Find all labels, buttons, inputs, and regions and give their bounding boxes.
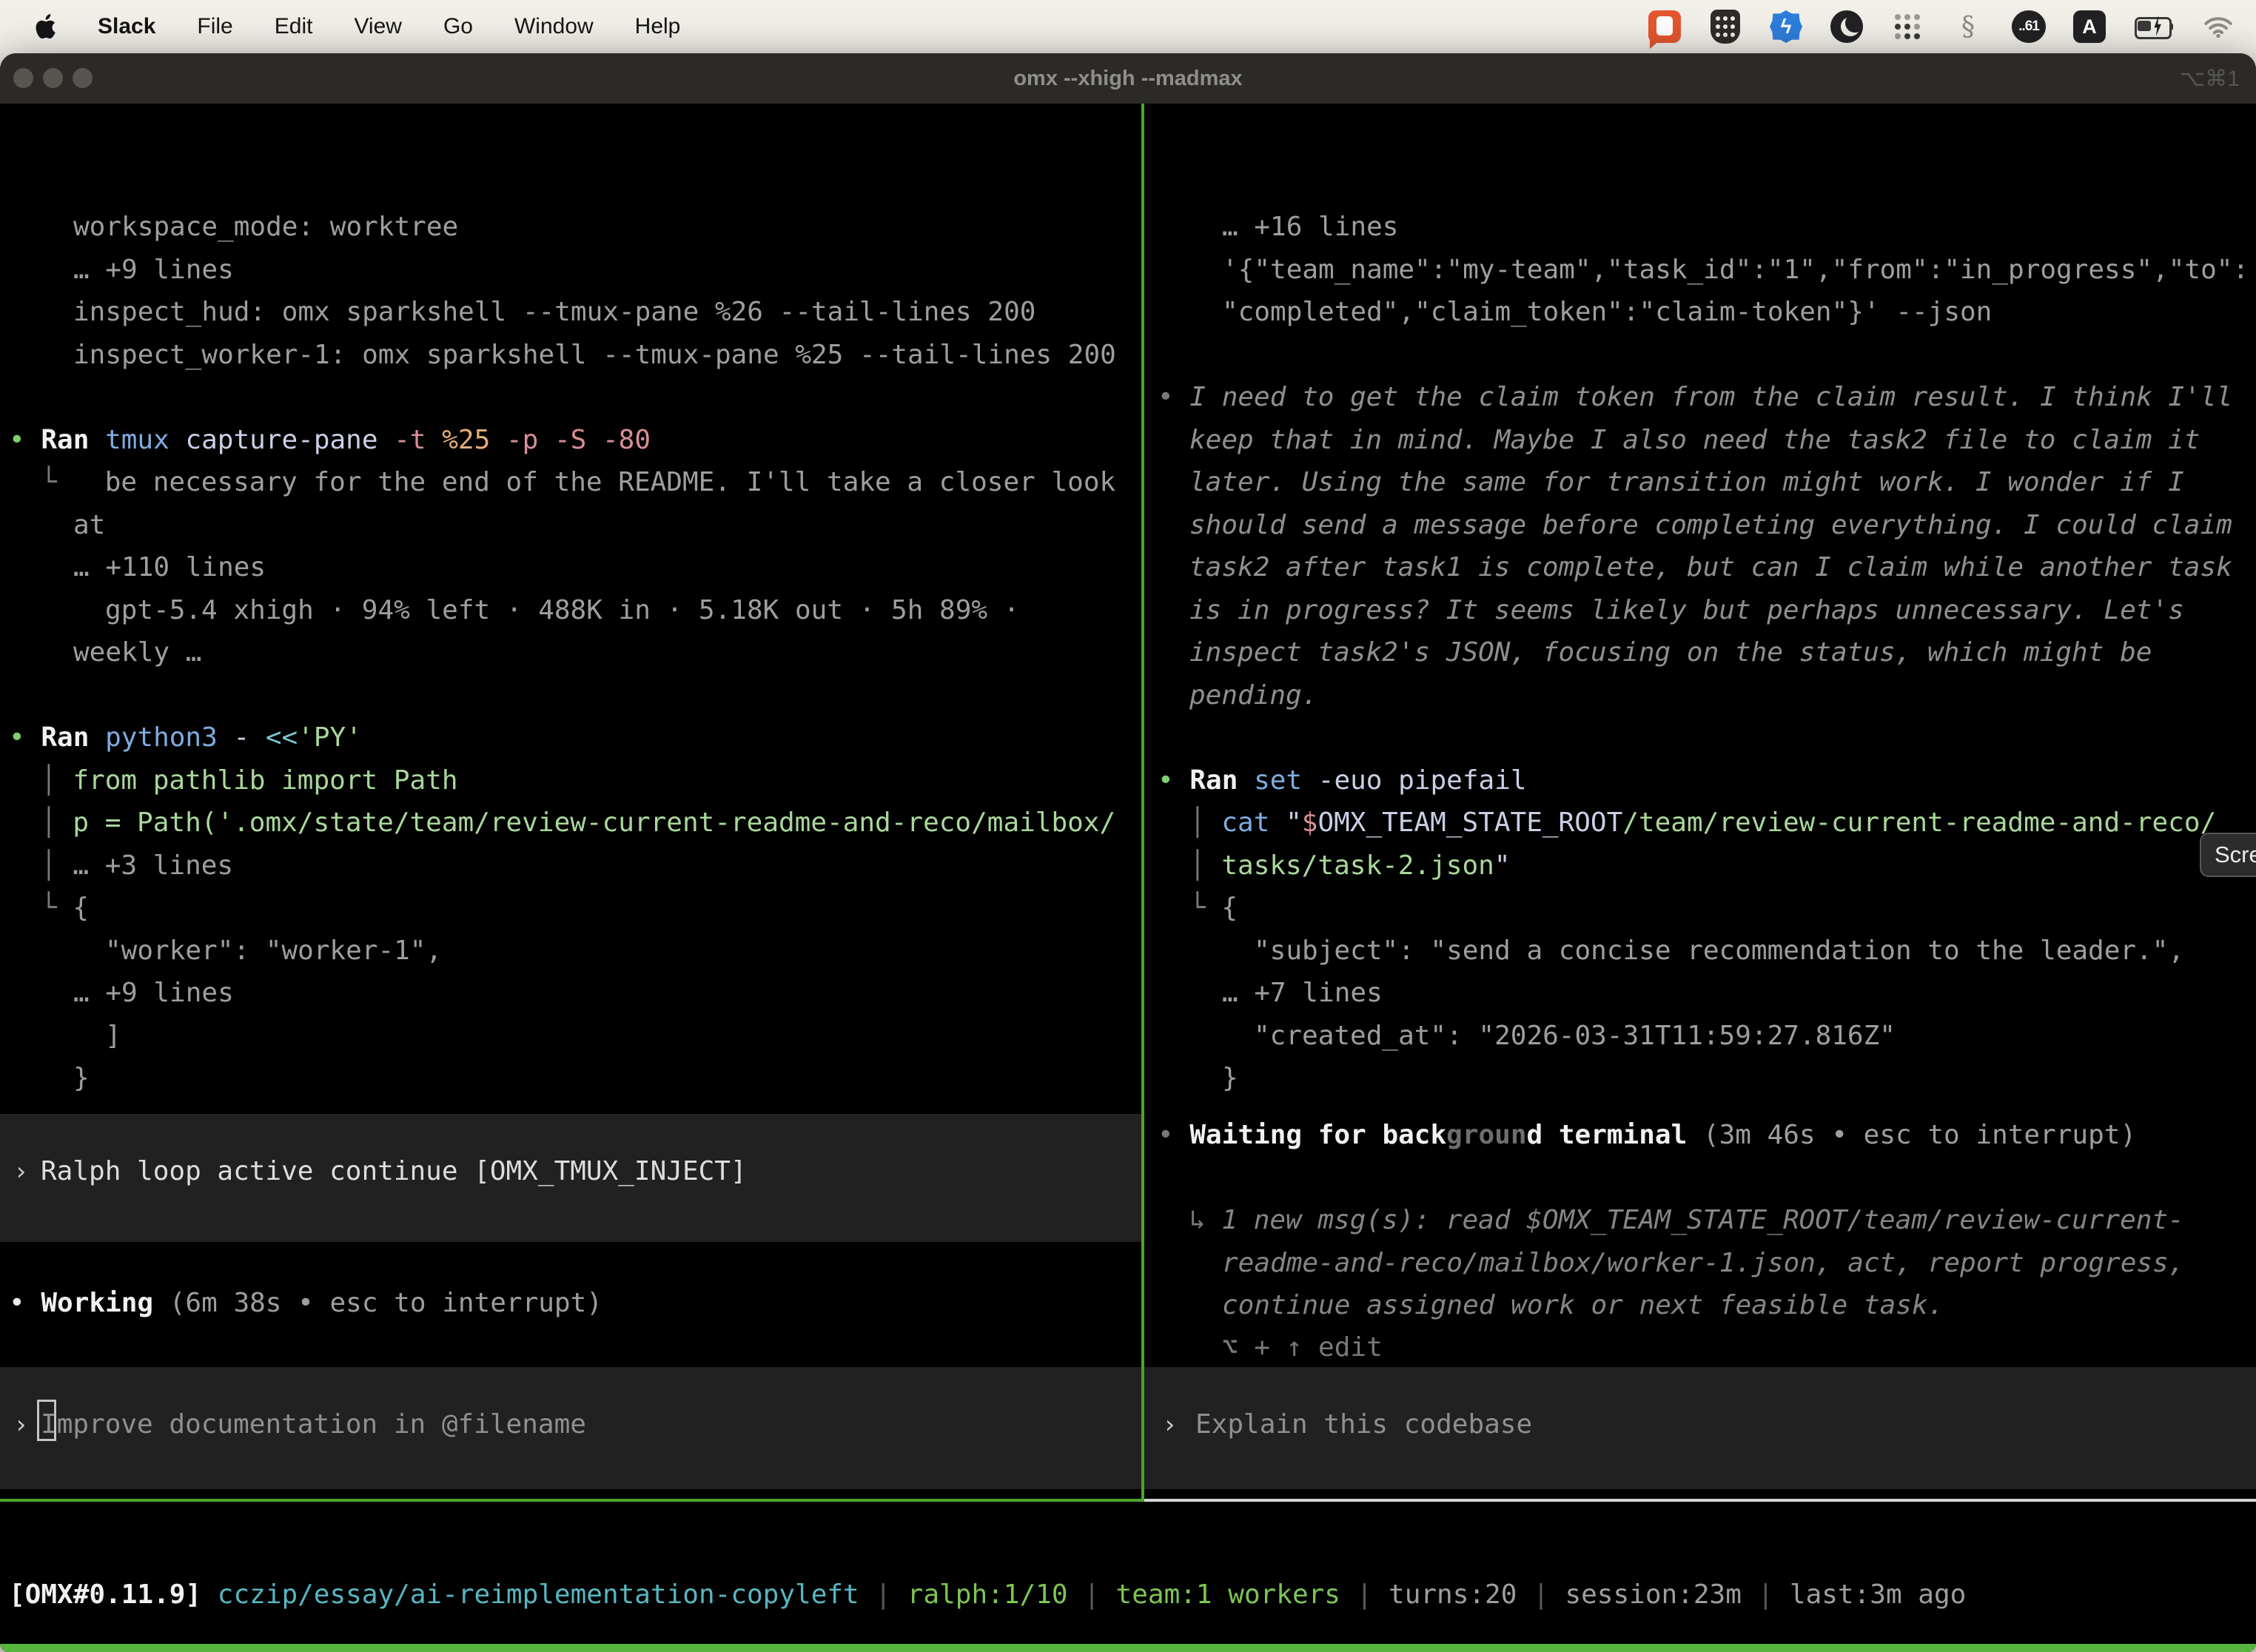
terminal-line: } bbox=[1222, 1060, 1238, 1097]
menu-file[interactable]: File bbox=[197, 14, 232, 39]
tmux-pane-hud[interactable]: … +16 lines '{"team_name":"my-team","task… bbox=[1144, 104, 2256, 1499]
terminal-line: should send a message before completing … bbox=[1189, 507, 2232, 544]
active-app-menu[interactable]: Slack bbox=[98, 14, 155, 39]
terminal-line: └ { bbox=[41, 890, 89, 927]
terminal-window: omx --xhigh --madmax ⌥⌘1 workspace_mode:… bbox=[0, 53, 2256, 1652]
terminal-line: │ tasks/task-2.json" bbox=[1189, 847, 1511, 884]
desktop: Slack File Edit View Go Window Help ϟ § … bbox=[0, 0, 2256, 1652]
composer-prompt-chevron: › bbox=[13, 1406, 28, 1443]
terminal-line: ] bbox=[105, 1018, 121, 1055]
composer-placeholder: Explain this codebase bbox=[1195, 1406, 1532, 1443]
queued-prompt-chevron: › bbox=[13, 1153, 28, 1190]
moon-icon[interactable] bbox=[1830, 10, 1864, 44]
terminal-line: … +9 lines bbox=[73, 975, 234, 1012]
terminal-line: … +7 lines bbox=[1222, 975, 1383, 1012]
agent-status-right: gpt-5.4 xhigh · 94% left · 488K in · 5.1… bbox=[1189, 1494, 2248, 1499]
queued-message-text: Ralph loop active continue [OMX_TMUX_INJ… bbox=[41, 1153, 747, 1190]
terminal-line: • Waiting for background terminal (3m 46… bbox=[1158, 1117, 2136, 1154]
terminal-line: • Ran set -euo pipefail bbox=[1158, 762, 1527, 799]
tmux-pane-border-active bbox=[0, 1499, 1141, 1502]
terminal-line: readme-and-reco/mailbox/worker-1.json, a… bbox=[1222, 1245, 2184, 1282]
terminal-line: weekly … bbox=[73, 634, 201, 671]
terminal-line: │ from pathlib import Path bbox=[41, 762, 458, 799]
section-squiggle-icon[interactable]: § bbox=[1951, 10, 1985, 44]
terminal-line: is in progress? It seems likely but perh… bbox=[1189, 592, 2184, 629]
composer-input-left[interactable]: › Improve documentation in @filename bbox=[0, 1367, 1141, 1489]
window-shortcut-badge: ⌥⌘1 bbox=[2180, 53, 2240, 104]
terminal-line: later. Using the same for transition mig… bbox=[1189, 464, 2184, 501]
terminal-line: • I need to get the claim token from the… bbox=[1158, 379, 2232, 416]
terminal-line: • Ran tmux capture-pane -t %25 -p -S -80 bbox=[9, 422, 651, 459]
a-key-icon[interactable]: A bbox=[2072, 10, 2106, 44]
terminal-content: workspace_mode: worktree … +9 lines inspec… bbox=[0, 104, 2256, 1652]
queued-message-band: › Ralph loop active continue [OMX_TMUX_I… bbox=[0, 1114, 1141, 1242]
window-title-bar[interactable]: omx --xhigh --madmax ⌥⌘1 bbox=[0, 53, 2256, 104]
composer-prompt-chevron: › bbox=[1162, 1406, 1177, 1443]
window-title: omx --xhigh --madmax bbox=[0, 53, 2256, 104]
terminal-line: • Ran python3 - <<'PY' bbox=[9, 719, 362, 756]
terminal-line: task2 after task1 is complete, but can I… bbox=[1189, 549, 2232, 586]
terminal-line: ↳ 1 new msg(s): read $OMX_TEAM_STATE_ROO… bbox=[1189, 1202, 2184, 1239]
terminal-line: workspace_mode: worktree bbox=[73, 209, 458, 246]
tmux-pane-divider[interactable] bbox=[1141, 104, 1144, 1502]
menu-window[interactable]: Window bbox=[514, 14, 594, 39]
terminal-line: "worker": "worker-1", bbox=[105, 933, 442, 970]
menu-edit[interactable]: Edit bbox=[275, 14, 313, 39]
terminal-line: inspect_worker-1: omx sparkshell --tmux-… bbox=[73, 337, 1116, 374]
terminal-line: … +110 lines bbox=[73, 549, 266, 586]
composer-placeholder: Improve documentation in @filename bbox=[41, 1406, 586, 1443]
terminal-line: ⌥ + ↑ edit bbox=[1222, 1329, 1383, 1366]
terminal-line: │ cat "$OMX_TEAM_STATE_ROOT/team/review-… bbox=[1189, 805, 2216, 842]
agent-status-left: gpt-5.4 xhigh · essay/ai-reimplementatio… bbox=[41, 1494, 1115, 1499]
dots-grid-icon[interactable] bbox=[1890, 10, 1924, 44]
menu-help[interactable]: Help bbox=[635, 14, 681, 39]
terminal-line: "subject": "send a concise recommendatio… bbox=[1254, 933, 2184, 970]
terminal-line: continue assigned work or next feasible … bbox=[1222, 1287, 1944, 1324]
terminal-line: "completed","claim_token":"claim-token"}… bbox=[1222, 294, 1992, 331]
screenshot-app-icon[interactable] bbox=[1648, 10, 1682, 44]
menu-go[interactable]: Go bbox=[443, 14, 473, 39]
apple-menu-icon[interactable] bbox=[34, 13, 56, 40]
terminal-line: └ be necessary for the end of the README… bbox=[41, 464, 1115, 501]
battery-percent-badge[interactable]: ..61 bbox=[2012, 10, 2046, 44]
terminal-line: … +9 lines bbox=[73, 252, 234, 289]
screen-tooltip: Scre bbox=[2200, 833, 2256, 877]
terminal-line: '{"team_name":"my-team","task_id":"1","f… bbox=[1222, 252, 2249, 289]
terminal-line: gpt-5.4 xhigh · 94% left · 488K in · 5.1… bbox=[105, 592, 1019, 629]
spark-icon[interactable]: ϟ bbox=[1769, 10, 1803, 44]
terminal-line: • Working (6m 38s • esc to interrupt) bbox=[9, 1285, 602, 1322]
tmux-pane-border-inactive bbox=[1144, 1499, 2256, 1502]
menu-view[interactable]: View bbox=[354, 14, 401, 39]
terminal-line: … +16 lines bbox=[1222, 209, 1398, 246]
terminal-line: └ { bbox=[1189, 890, 1238, 927]
terminal-line: inspect_hud: omx sparkshell --tmux-pane … bbox=[73, 294, 1035, 331]
menu-bar: Slack File Edit View Go Window Help ϟ § … bbox=[0, 0, 2256, 53]
menu-bar-status-icons: ϟ § ..61 A bbox=[1648, 10, 2256, 44]
terminal-line: at bbox=[73, 507, 105, 544]
terminal-line: pending. bbox=[1189, 677, 1317, 714]
battery-icon[interactable] bbox=[2133, 10, 2175, 44]
wifi-icon[interactable] bbox=[2201, 10, 2235, 44]
terminal-line: inspect task2's JSON, focusing on the st… bbox=[1189, 634, 2152, 671]
tmux-status-bar: [omx-cczip0:bash* "MacBook-Pro-44.local"… bbox=[0, 1644, 2256, 1652]
omx-hud-status-line: [OMX#0.11.9] cczip/essay/ai-reimplementa… bbox=[9, 1577, 1966, 1614]
terminal-line: keep that in mind. Maybe I also need the… bbox=[1189, 422, 2200, 459]
terminal-line: "created_at": "2026-03-31T11:59:27.816Z" bbox=[1254, 1018, 1896, 1055]
composer-input-right[interactable]: › Explain this codebase bbox=[1144, 1367, 2256, 1489]
keyboard-shield-icon[interactable] bbox=[1708, 10, 1742, 44]
terminal-line: │ … +3 lines bbox=[41, 847, 233, 884]
terminal-line: │ p = Path('.omx/state/team/review-curre… bbox=[41, 805, 1115, 842]
tmux-pane-worker[interactable]: workspace_mode: worktree … +9 lines inspec… bbox=[0, 104, 1141, 1499]
terminal-line: } bbox=[73, 1060, 90, 1097]
